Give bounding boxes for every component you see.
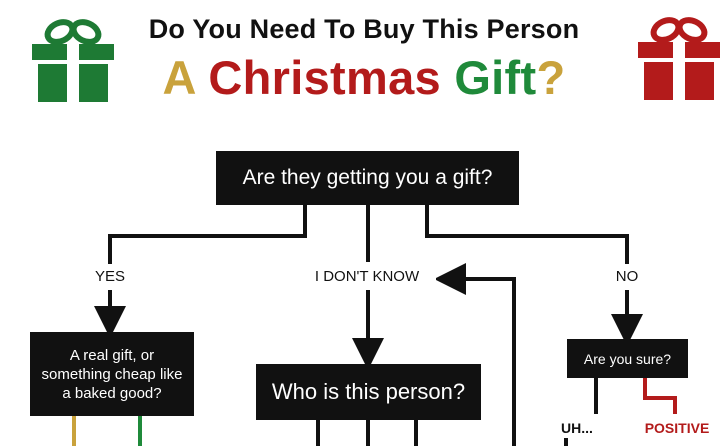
node-who-is-this-person: Who is this person? xyxy=(256,364,481,420)
node-are-you-sure: Are you sure? xyxy=(567,339,688,378)
label-yes: YES xyxy=(86,268,134,285)
node-are-they-getting-you-a-gift: Are they getting you a gift? xyxy=(216,151,519,205)
connector-sure-positive xyxy=(643,378,677,414)
connector-q1-yes xyxy=(108,204,307,264)
label-uh: UH... xyxy=(561,420,593,436)
connector-q1-no xyxy=(425,204,629,264)
connector-loop-back xyxy=(434,263,516,446)
label-no: NO xyxy=(606,268,648,285)
label-i-dont-know: I DON'T KNOW xyxy=(298,268,436,285)
label-positive: POSITIVE xyxy=(644,420,710,436)
node-real-gift-or-cheap: A real gift, or something cheap like a b… xyxy=(30,332,194,416)
